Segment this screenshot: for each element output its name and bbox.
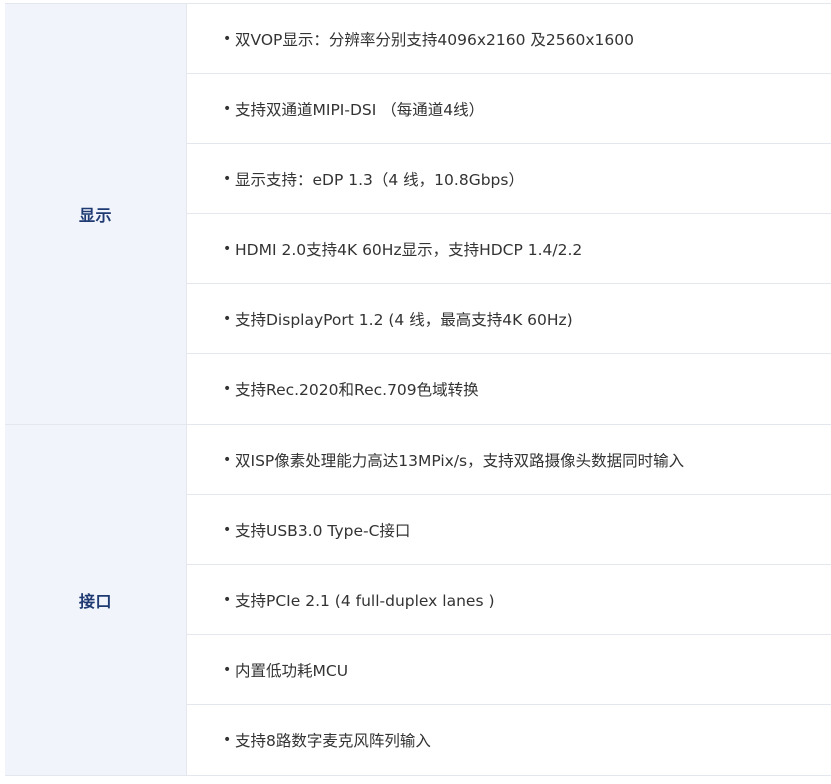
bullet-icon: • xyxy=(223,170,232,187)
spec-text: 支持PCIe 2.1 (4 full-duplex lanes ) xyxy=(235,591,495,610)
spec-row: • 支持USB3.0 Type-C接口 xyxy=(187,495,831,565)
spec-text: 双VOP显示：分辨率分别支持4096x2160 及2560x1600 xyxy=(235,30,634,49)
bullet-icon: • xyxy=(223,240,232,257)
bullet-icon: • xyxy=(223,732,232,748)
spec-text: HDMI 2.0支持4K 60Hz显示，支持HDCP 1.4/2.2 xyxy=(235,240,583,259)
bullet-icon: • xyxy=(223,100,232,117)
spec-row: • 双ISP像素处理能力高达13MPix/s，支持双路摄像头数据同时输入 xyxy=(187,425,831,495)
bullet-icon: • xyxy=(223,591,232,608)
group-rows: • 双ISP像素处理能力高达13MPix/s，支持双路摄像头数据同时输入 • 支持U… xyxy=(187,425,831,775)
bullet-icon: • xyxy=(223,521,232,538)
spec-text: 内置低功耗MCU xyxy=(235,661,349,680)
group-label-cell: 接口 xyxy=(5,425,187,775)
bullet-icon: • xyxy=(223,310,232,327)
spec-table: 显示 • 双VOP显示：分辨率分别支持4096x2160 及2560x1600 •… xyxy=(5,3,831,776)
spec-row: • 支持双通道MIPI-DSI （每通道4线） xyxy=(187,74,831,144)
spec-row: • 双VOP显示：分辨率分别支持4096x2160 及2560x1600 xyxy=(187,4,831,74)
bullet-icon: • xyxy=(223,661,232,678)
spec-text: 支持Rec.2020和Rec.709色域转换 xyxy=(235,381,479,399)
bullet-icon: • xyxy=(223,451,232,468)
spec-row: • 内置低功耗MCU xyxy=(187,635,831,705)
spec-group-display: 显示 • 双VOP显示：分辨率分别支持4096x2160 及2560x1600 •… xyxy=(5,4,831,425)
bullet-icon: • xyxy=(223,30,232,47)
spec-row: • 支持Rec.2020和Rec.709色域转换 xyxy=(187,354,831,424)
spec-row: • 支持8路数字麦克风阵列输入 xyxy=(187,705,831,775)
spec-group-interface: 接口 • 双ISP像素处理能力高达13MPix/s，支持双路摄像头数据同时输入 •… xyxy=(5,425,831,776)
spec-text: 支持双通道MIPI-DSI （每通道4线） xyxy=(235,100,485,119)
spec-text: 双ISP像素处理能力高达13MPix/s，支持双路摄像头数据同时输入 xyxy=(235,451,685,470)
group-rows: • 双VOP显示：分辨率分别支持4096x2160 及2560x1600 • 支持双… xyxy=(187,4,831,424)
spec-text: 显示支持：eDP 1.3（4 线，10.8Gbps） xyxy=(235,170,524,189)
group-label-cell: 显示 xyxy=(5,4,187,424)
group-label: 接口 xyxy=(78,592,112,611)
spec-row: • 显示支持：eDP 1.3（4 线，10.8Gbps） xyxy=(187,144,831,214)
group-label: 显示 xyxy=(78,206,112,225)
spec-text: 支持DisplayPort 1.2 (4 线，最高支持4K 60Hz) xyxy=(235,310,573,329)
spec-row: • HDMI 2.0支持4K 60Hz显示，支持HDCP 1.4/2.2 xyxy=(187,214,831,284)
spec-text: 支持8路数字麦克风阵列输入 xyxy=(235,732,431,750)
spec-row: • 支持PCIe 2.1 (4 full-duplex lanes ) xyxy=(187,565,831,635)
bullet-icon: • xyxy=(223,381,232,397)
spec-text: 支持USB3.0 Type-C接口 xyxy=(235,521,411,540)
spec-row: • 支持DisplayPort 1.2 (4 线，最高支持4K 60Hz) xyxy=(187,284,831,354)
